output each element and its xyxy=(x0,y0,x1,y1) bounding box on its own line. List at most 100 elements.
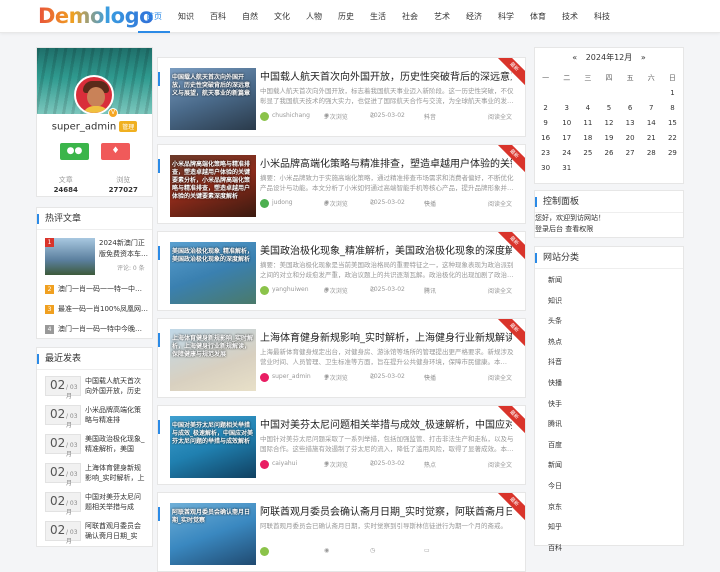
category-link[interactable]: 抖音 xyxy=(548,357,562,367)
recent-post-title[interactable]: 小米品牌高端化策略与精准排 xyxy=(85,405,147,435)
calendar-day[interactable]: 21 xyxy=(641,130,662,145)
nav-item-8[interactable]: 社会 xyxy=(394,0,426,33)
weibo-button[interactable]: ♦ xyxy=(101,143,130,160)
recent-post-item[interactable]: 02/ 03月 上海体育健身新规影响_实时解析，上 xyxy=(45,463,152,489)
article-title[interactable]: 上海体育健身新规影响_实时解析，上海健身行业新规解读，… xyxy=(260,329,512,344)
category-link[interactable]: 京东 xyxy=(548,502,562,512)
nav-item-11[interactable]: 科学 xyxy=(490,0,522,33)
nav-item-2[interactable]: 百科 xyxy=(202,0,234,33)
category-link[interactable]: 新闻 xyxy=(548,275,562,285)
site-logo[interactable]: Demologo xyxy=(38,4,154,28)
calendar-day[interactable]: 9 xyxy=(535,115,556,130)
category-link[interactable]: 知乎 xyxy=(548,522,562,532)
nav-item-6[interactable]: 历史 xyxy=(330,0,362,33)
article-thumbnail[interactable]: 中国对美芬太尼问题相关举措与成效_极速解析，中国应对美芬太尼问题的举措与成效解析 xyxy=(170,416,256,478)
calendar-day[interactable]: 5 xyxy=(598,100,619,115)
calendar-day[interactable]: 3 xyxy=(556,100,577,115)
hot-article-item[interactable]: 3 最准一码一肖100%凤凰网… xyxy=(45,304,152,314)
read-more-link[interactable]: 阅读全文 xyxy=(488,199,512,208)
nav-item-14[interactable]: 科技 xyxy=(586,0,618,33)
article-author[interactable]: super_admin xyxy=(272,373,311,380)
article-tag[interactable]: 快播 xyxy=(424,199,436,208)
recent-post-item[interactable]: 02/ 03月 中国对美芬太尼问题相关举措与成 xyxy=(45,492,152,518)
category-link[interactable]: 快手 xyxy=(548,399,562,409)
hot-article-item[interactable]: 2 澳门一肖一码一一特一中… xyxy=(45,284,152,294)
hot-article-item-title[interactable]: 最准一码一肖100%凤凰网… xyxy=(58,305,148,313)
read-more-link[interactable]: 阅读全文 xyxy=(488,286,512,295)
read-more-link[interactable]: 阅读全文 xyxy=(488,460,512,469)
calendar-day[interactable]: 30 xyxy=(535,160,556,175)
calendar-day[interactable]: 10 xyxy=(556,115,577,130)
calendar-day[interactable]: 12 xyxy=(598,115,619,130)
article-tag[interactable]: 热点 xyxy=(424,460,436,469)
nav-item-1[interactable]: 知识 xyxy=(170,0,202,33)
nav-item-3[interactable]: 自然 xyxy=(234,0,266,33)
calendar-day[interactable]: 17 xyxy=(556,130,577,145)
article-author[interactable]: caiyahui xyxy=(272,460,297,467)
calendar-day[interactable]: 25 xyxy=(577,145,598,160)
recent-post-item[interactable]: 02/ 03月 阿联酋观月委员会确认斋月日期_实 xyxy=(45,521,152,546)
article-author[interactable]: judong xyxy=(272,199,293,206)
recent-post-item[interactable]: 02/ 03月 中国载人航天首次向外国开放，历史 xyxy=(45,376,152,402)
calendar-day[interactable]: 20 xyxy=(620,130,641,145)
article-title[interactable]: 小米品牌高端化策略与精准排查，塑造卓越用户体验的关键要… xyxy=(260,155,512,170)
read-more-link[interactable]: 阅读全文 xyxy=(488,373,512,382)
login-link[interactable]: 登录后台 xyxy=(535,225,563,233)
article-tag[interactable]: 腾讯 xyxy=(424,286,436,295)
article-title[interactable]: 中国载人航天首次向外国开放，历史性突破背后的深远意义与… xyxy=(260,68,512,83)
article-title[interactable]: 阿联酋观月委员会确认斋月日期_实时觉察，阿联酋斋月日期… xyxy=(260,503,512,518)
nav-item-4[interactable]: 文化 xyxy=(266,0,298,33)
category-link[interactable]: 百度 xyxy=(548,440,562,450)
nav-item-13[interactable]: 技术 xyxy=(554,0,586,33)
article-author[interactable]: yanghuiwen xyxy=(272,286,309,293)
calendar-day[interactable]: 13 xyxy=(620,115,641,130)
calendar-day[interactable]: 6 xyxy=(620,100,641,115)
calendar-next[interactable]: » xyxy=(641,53,646,62)
calendar-day[interactable]: 11 xyxy=(577,115,598,130)
category-link[interactable]: 百科 xyxy=(548,543,562,553)
hot-article-item[interactable]: 4 澳门一肖一码一特中今晚… xyxy=(45,324,152,334)
article-thumbnail[interactable]: 阿联酋观月委员会确认斋月日期_实时觉察 xyxy=(170,503,256,565)
hot-article-title[interactable]: 2024新澳门正版免费资本车… xyxy=(99,238,149,261)
article-author[interactable]: chushichang xyxy=(272,112,310,119)
category-link[interactable]: 头条 xyxy=(548,316,562,326)
recent-post-title[interactable]: 上海体育健身新规影响_实时解析，上 xyxy=(85,463,147,493)
recent-post-title[interactable]: 美国政治极化现象_精准解析，美国 xyxy=(85,434,147,464)
calendar-day[interactable]: 1 xyxy=(662,85,683,100)
calendar-prev[interactable]: « xyxy=(572,53,577,62)
calendar-day[interactable]: 27 xyxy=(620,145,641,160)
recent-post-title[interactable]: 中国载人航天首次向外国开放，历史 xyxy=(85,376,147,406)
calendar-day[interactable]: 31 xyxy=(556,160,577,175)
nav-item-7[interactable]: 生活 xyxy=(362,0,394,33)
article-thumbnail[interactable]: 美国政治极化现象_精准解析，美国政治极化现象的深度解析 xyxy=(170,242,256,304)
category-link[interactable]: 今日 xyxy=(548,481,562,491)
nav-item-12[interactable]: 体育 xyxy=(522,0,554,33)
calendar-day[interactable]: 28 xyxy=(641,145,662,160)
calendar-day[interactable]: 14 xyxy=(641,115,662,130)
article-thumbnail[interactable]: 上海体育健身新规影响_实时解析，上海健身行业新规解读，保障健康与规范发展 xyxy=(170,329,256,391)
category-link[interactable]: 知识 xyxy=(548,296,562,306)
read-more-link[interactable]: 阅读全文 xyxy=(488,112,512,121)
calendar-day[interactable]: 18 xyxy=(577,130,598,145)
calendar-day[interactable]: 26 xyxy=(598,145,619,160)
nav-item-9[interactable]: 艺术 xyxy=(426,0,458,33)
article-title[interactable]: 美国政治极化现象_精准解析，美国政治极化现象的深度解析 xyxy=(260,242,512,257)
calendar-day[interactable]: 19 xyxy=(598,130,619,145)
article-thumbnail[interactable]: 中国载人航天首次向外国开放，历史性突破背后的深远意义与展望，航天事业的新篇章 xyxy=(170,68,256,130)
hot-article-item-title[interactable]: 澳门一肖一码一一特一中… xyxy=(58,285,142,293)
category-link[interactable]: 新闻 xyxy=(548,460,562,470)
calendar-day[interactable]: 22 xyxy=(662,130,683,145)
calendar-day[interactable]: 8 xyxy=(662,100,683,115)
article-tag[interactable]: 抖音 xyxy=(424,112,436,121)
nav-item-5[interactable]: 人物 xyxy=(298,0,330,33)
calendar-day[interactable]: 29 xyxy=(662,145,683,160)
hot-article-item-title[interactable]: 澳门一肖一码一特中今晚… xyxy=(58,325,142,333)
calendar-day[interactable]: 2 xyxy=(535,100,556,115)
recent-post-item[interactable]: 02/ 03月 小米品牌高端化策略与精准排 xyxy=(45,405,152,431)
calendar-day[interactable]: 4 xyxy=(577,100,598,115)
category-link[interactable]: 热点 xyxy=(548,337,562,347)
calendar-day[interactable]: 7 xyxy=(641,100,662,115)
category-link[interactable]: 腾讯 xyxy=(548,419,562,429)
nav-item-0[interactable]: 首页 xyxy=(138,0,170,33)
calendar-day[interactable]: 15 xyxy=(662,115,683,130)
